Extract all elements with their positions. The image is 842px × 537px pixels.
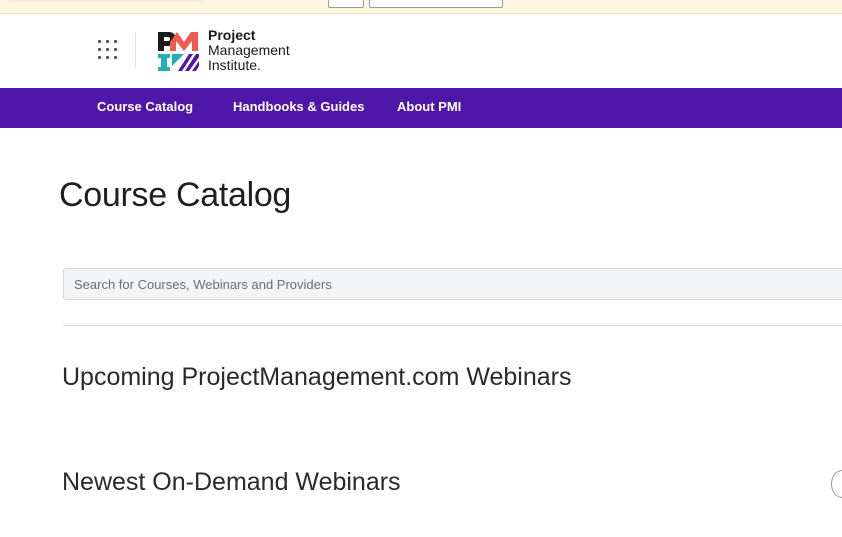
section-divider (63, 325, 842, 326)
logo-line-management: Management (208, 42, 290, 58)
site-header: Project Management Institute. (0, 14, 842, 88)
notification-button[interactable] (328, 0, 364, 8)
nav-item-about-pmi[interactable]: About PMI (397, 88, 461, 128)
section-heading-on-demand-webinars: Newest On-Demand Webinars (62, 468, 401, 496)
pmi-logo[interactable]: Project Management Institute. (156, 28, 316, 74)
main-navigation: Course Catalog Handbooks & Guides About … (0, 88, 842, 128)
section-heading-upcoming-webinars: Upcoming ProjectManagement.com Webinars (62, 363, 572, 391)
header-divider (135, 32, 136, 68)
search-input[interactable] (63, 268, 842, 300)
logo-wordmark: Project Management Institute. (208, 28, 290, 73)
nav-item-course-catalog[interactable]: Course Catalog (97, 88, 193, 128)
notification-text-blurred: ········································… (8, 0, 203, 6)
nav-item-handbooks-guides[interactable]: Handbooks & Guides (233, 88, 364, 128)
grid-dots-icon[interactable] (98, 40, 118, 60)
logo-line-institute: Institute. (208, 57, 261, 73)
logo-line-project: Project (208, 27, 256, 43)
chat-widget-icon[interactable] (831, 470, 842, 498)
pmi-logo-mark-icon (158, 32, 199, 71)
notification-button-wide[interactable] (369, 0, 503, 8)
browser-notification-strip: ········································… (0, 0, 842, 14)
page-title: Course Catalog (59, 176, 292, 214)
